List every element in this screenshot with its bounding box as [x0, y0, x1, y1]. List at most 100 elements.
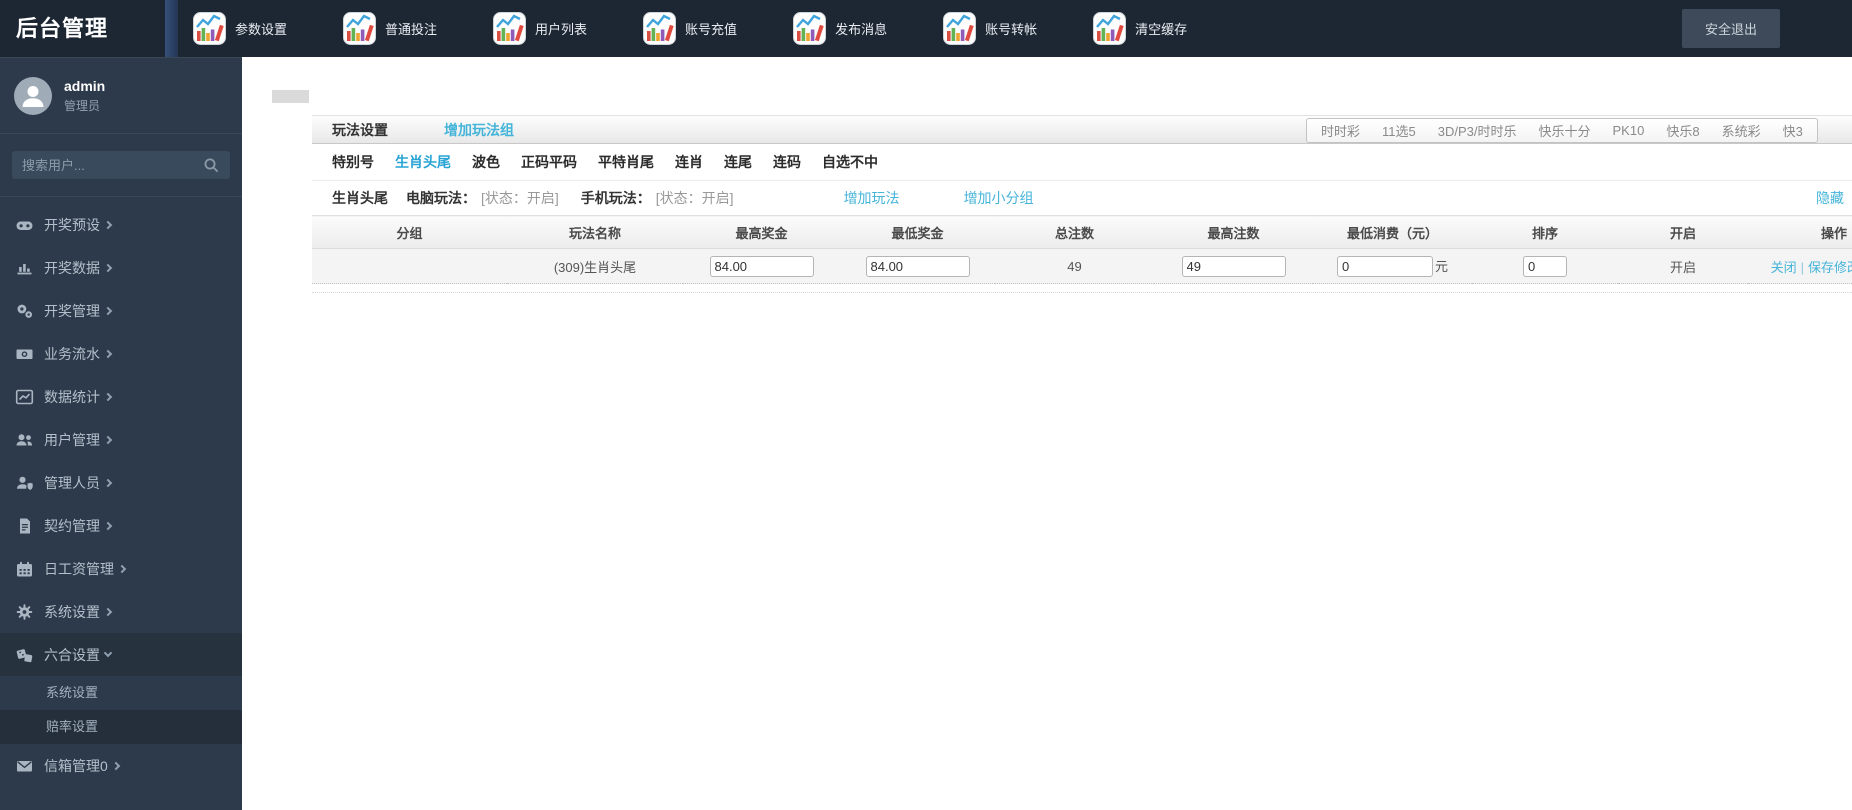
- max-bets-input[interactable]: [1181, 255, 1286, 277]
- chart-app-icon: [343, 12, 377, 45]
- sidebar-item-label: 业务流水: [44, 345, 100, 362]
- sidebar-item-label: 六合设置: [44, 646, 100, 663]
- sidebar-item-label: 开奖预设: [44, 216, 100, 233]
- admin-user-icon: [17, 476, 33, 490]
- cost-unit: 元: [1434, 258, 1448, 274]
- max-prize-input[interactable]: [709, 255, 814, 277]
- chevron-right-icon: [103, 392, 113, 401]
- user-search: [0, 134, 242, 197]
- save-edit-link[interactable]: 保存修改: [1808, 260, 1852, 275]
- group-name: 生肖头尾: [332, 190, 388, 206]
- sidebar-item-label: 日工资管理: [44, 560, 114, 577]
- chart-app-icon: [193, 12, 226, 45]
- min-cost-input[interactable]: [1336, 255, 1433, 277]
- chevron-right-icon: [103, 349, 113, 358]
- chart-app-icon: [943, 12, 977, 45]
- main-content: 玩法设置 增加玩法组 时时彩 11选5 3D/P3/时时乐 快乐十分 PK10 …: [242, 57, 1852, 810]
- sidebar-item-contract-manage[interactable]: 契约管理: [0, 504, 242, 547]
- lottery-tab-3d[interactable]: 3D/P3/时时乐: [1438, 121, 1517, 140]
- topnav-item-account-recharge[interactable]: 账号充值: [643, 12, 737, 45]
- lottery-tab-ssc[interactable]: 时时彩: [1321, 121, 1360, 140]
- dice-icon: [16, 648, 33, 662]
- lottery-tab-11x5[interactable]: 11选5: [1382, 121, 1416, 140]
- add-play-group-link[interactable]: 增加玩法组: [444, 120, 514, 140]
- pc-play-status: [状态：开启]: [481, 190, 559, 206]
- sidebar-item-admin-staff[interactable]: 管理人员: [0, 461, 242, 504]
- topnav-item-param-settings[interactable]: 参数设置: [193, 12, 287, 45]
- subtab-lian-ma[interactable]: 连码: [773, 152, 801, 172]
- mobile-play-status: [状态：开启]: [655, 190, 734, 206]
- calendar-icon: [17, 561, 32, 576]
- mobile-play-label: 手机玩法：: [580, 190, 651, 206]
- sidebar-item-mark-six-settings[interactable]: 六合设置: [0, 633, 242, 676]
- topnav-item-normal-betting[interactable]: 普通投注: [343, 12, 437, 45]
- lottery-tab-klsf[interactable]: 快乐十分: [1539, 121, 1591, 140]
- search-icon[interactable]: [203, 157, 220, 174]
- lottery-tab-system[interactable]: 系统彩: [1722, 121, 1761, 140]
- empty-row-divider: [312, 284, 1852, 293]
- sidebar-item-draw-data[interactable]: 开奖数据: [0, 246, 242, 289]
- subtab-flat-special[interactable]: 平特肖尾: [598, 152, 654, 172]
- hide-link[interactable]: 隐藏: [1816, 181, 1844, 215]
- subtab-normal-flat[interactable]: 正码平码: [521, 152, 577, 172]
- col-max-bets: 最高注数: [1154, 215, 1313, 249]
- sidebar-subitem-system-settings[interactable]: 系统设置: [0, 676, 242, 710]
- subtab-lian-wei[interactable]: 连尾: [724, 152, 752, 172]
- sidebar-item-label: 开奖管理: [44, 302, 100, 319]
- play-table: 分组 玩法名称 最高奖金 最低奖金 总注数 最高注数 最低消费（元） 排序 开启…: [312, 215, 1852, 284]
- sidebar-menu: 开奖预设 开奖数据 开奖管理 业务流水 数据统计 用户管理 管理人员 契约管理: [0, 197, 242, 787]
- lottery-tab-k3[interactable]: 快3: [1783, 121, 1803, 140]
- lottery-tab-pk10[interactable]: PK10: [1613, 123, 1645, 138]
- cell-group: [312, 248, 507, 284]
- topnav-item-account-transfer[interactable]: 账号转帐: [943, 12, 1037, 45]
- sidebar-item-label: 系统设置: [44, 603, 100, 620]
- sort-input[interactable]: [1523, 255, 1567, 277]
- add-subgroup-link[interactable]: 增加小分组: [964, 188, 1034, 208]
- subtab-zodiac-head-tail[interactable]: 生肖头尾: [395, 152, 451, 172]
- topnav-label: 用户列表: [535, 22, 588, 37]
- tab-play-settings[interactable]: 玩法设置: [332, 120, 388, 140]
- sidebar-item-draw-manage[interactable]: 开奖管理: [0, 289, 242, 332]
- chart-app-icon: [643, 12, 677, 45]
- sidebar-item-mailbox[interactable]: 信箱管理0: [0, 744, 242, 787]
- subtab-lian-xiao[interactable]: 连肖: [675, 152, 703, 172]
- sidebar-item-user-manage[interactable]: 用户管理: [0, 418, 242, 461]
- topnav-label: 账号充值: [685, 22, 738, 37]
- topnav-item-clear-cache[interactable]: 清空缓存: [1093, 12, 1187, 45]
- sidebar-item-data-stats[interactable]: 数据统计: [0, 375, 242, 418]
- line-chart-icon: [15, 389, 34, 404]
- chevron-down-icon: [103, 648, 113, 658]
- close-link[interactable]: 关闭: [1771, 260, 1797, 275]
- topnav-item-user-list[interactable]: 用户列表: [493, 12, 587, 45]
- sidebar-item-label: 开奖数据: [44, 259, 100, 276]
- topnav-label: 普通投注: [385, 22, 438, 37]
- pc-play-label: 电脑玩法：: [406, 190, 476, 206]
- table-header-row: 分组 玩法名称 最高奖金 最低奖金 总注数 最高注数 最低消费（元） 排序 开启…: [312, 215, 1852, 249]
- topnav-label: 发布消息: [835, 22, 888, 37]
- chevron-right-icon: [103, 521, 113, 530]
- sidebar-item-label: 数据统计: [44, 388, 100, 405]
- status-text: 开启: [1618, 248, 1748, 284]
- nav-highlight-stripe: [165, 0, 178, 57]
- subtab-special-number[interactable]: 特别号: [332, 152, 374, 172]
- subtab-wave-color[interactable]: 波色: [472, 152, 500, 172]
- topbar: 后台管理 参数设置 普通投注 用户列表 账号充值 发布消息 账号转帐 清空缓存 …: [0, 0, 1852, 57]
- sidebar-item-draw-preset[interactable]: 开奖预设: [0, 203, 242, 246]
- lottery-tab-kl8[interactable]: 快乐8: [1666, 121, 1699, 140]
- play-subtabs: 特别号 生肖头尾 波色 正码平码 平特肖尾 连肖 连尾 连码 自选不中: [312, 144, 1852, 181]
- sidebar-item-system-settings[interactable]: 系统设置: [0, 590, 242, 633]
- sidebar-subitem-odds-settings[interactable]: 赔率设置: [0, 710, 242, 744]
- col-min-prize: 最低奖金: [840, 215, 995, 249]
- sidebar-item-transaction-flow[interactable]: 业务流水: [0, 332, 242, 375]
- chevron-right-icon: [103, 607, 113, 616]
- group-status-row: 生肖头尾 电脑玩法： [状态：开启] 手机玩法： [状态：开启] 增加玩法 增加…: [312, 181, 1852, 215]
- sidebar-item-daily-wage[interactable]: 日工资管理: [0, 547, 242, 590]
- add-play-link[interactable]: 增加玩法: [844, 188, 900, 208]
- min-prize-input[interactable]: [865, 255, 970, 277]
- subtab-self-pick-miss[interactable]: 自选不中: [822, 152, 878, 172]
- col-min-cost: 最低消费（元）: [1313, 215, 1472, 249]
- topnav-item-publish-message[interactable]: 发布消息: [793, 12, 887, 45]
- logout-button[interactable]: 安全退出: [1682, 9, 1780, 48]
- chart-app-icon: [1093, 12, 1127, 45]
- search-input[interactable]: [12, 151, 230, 179]
